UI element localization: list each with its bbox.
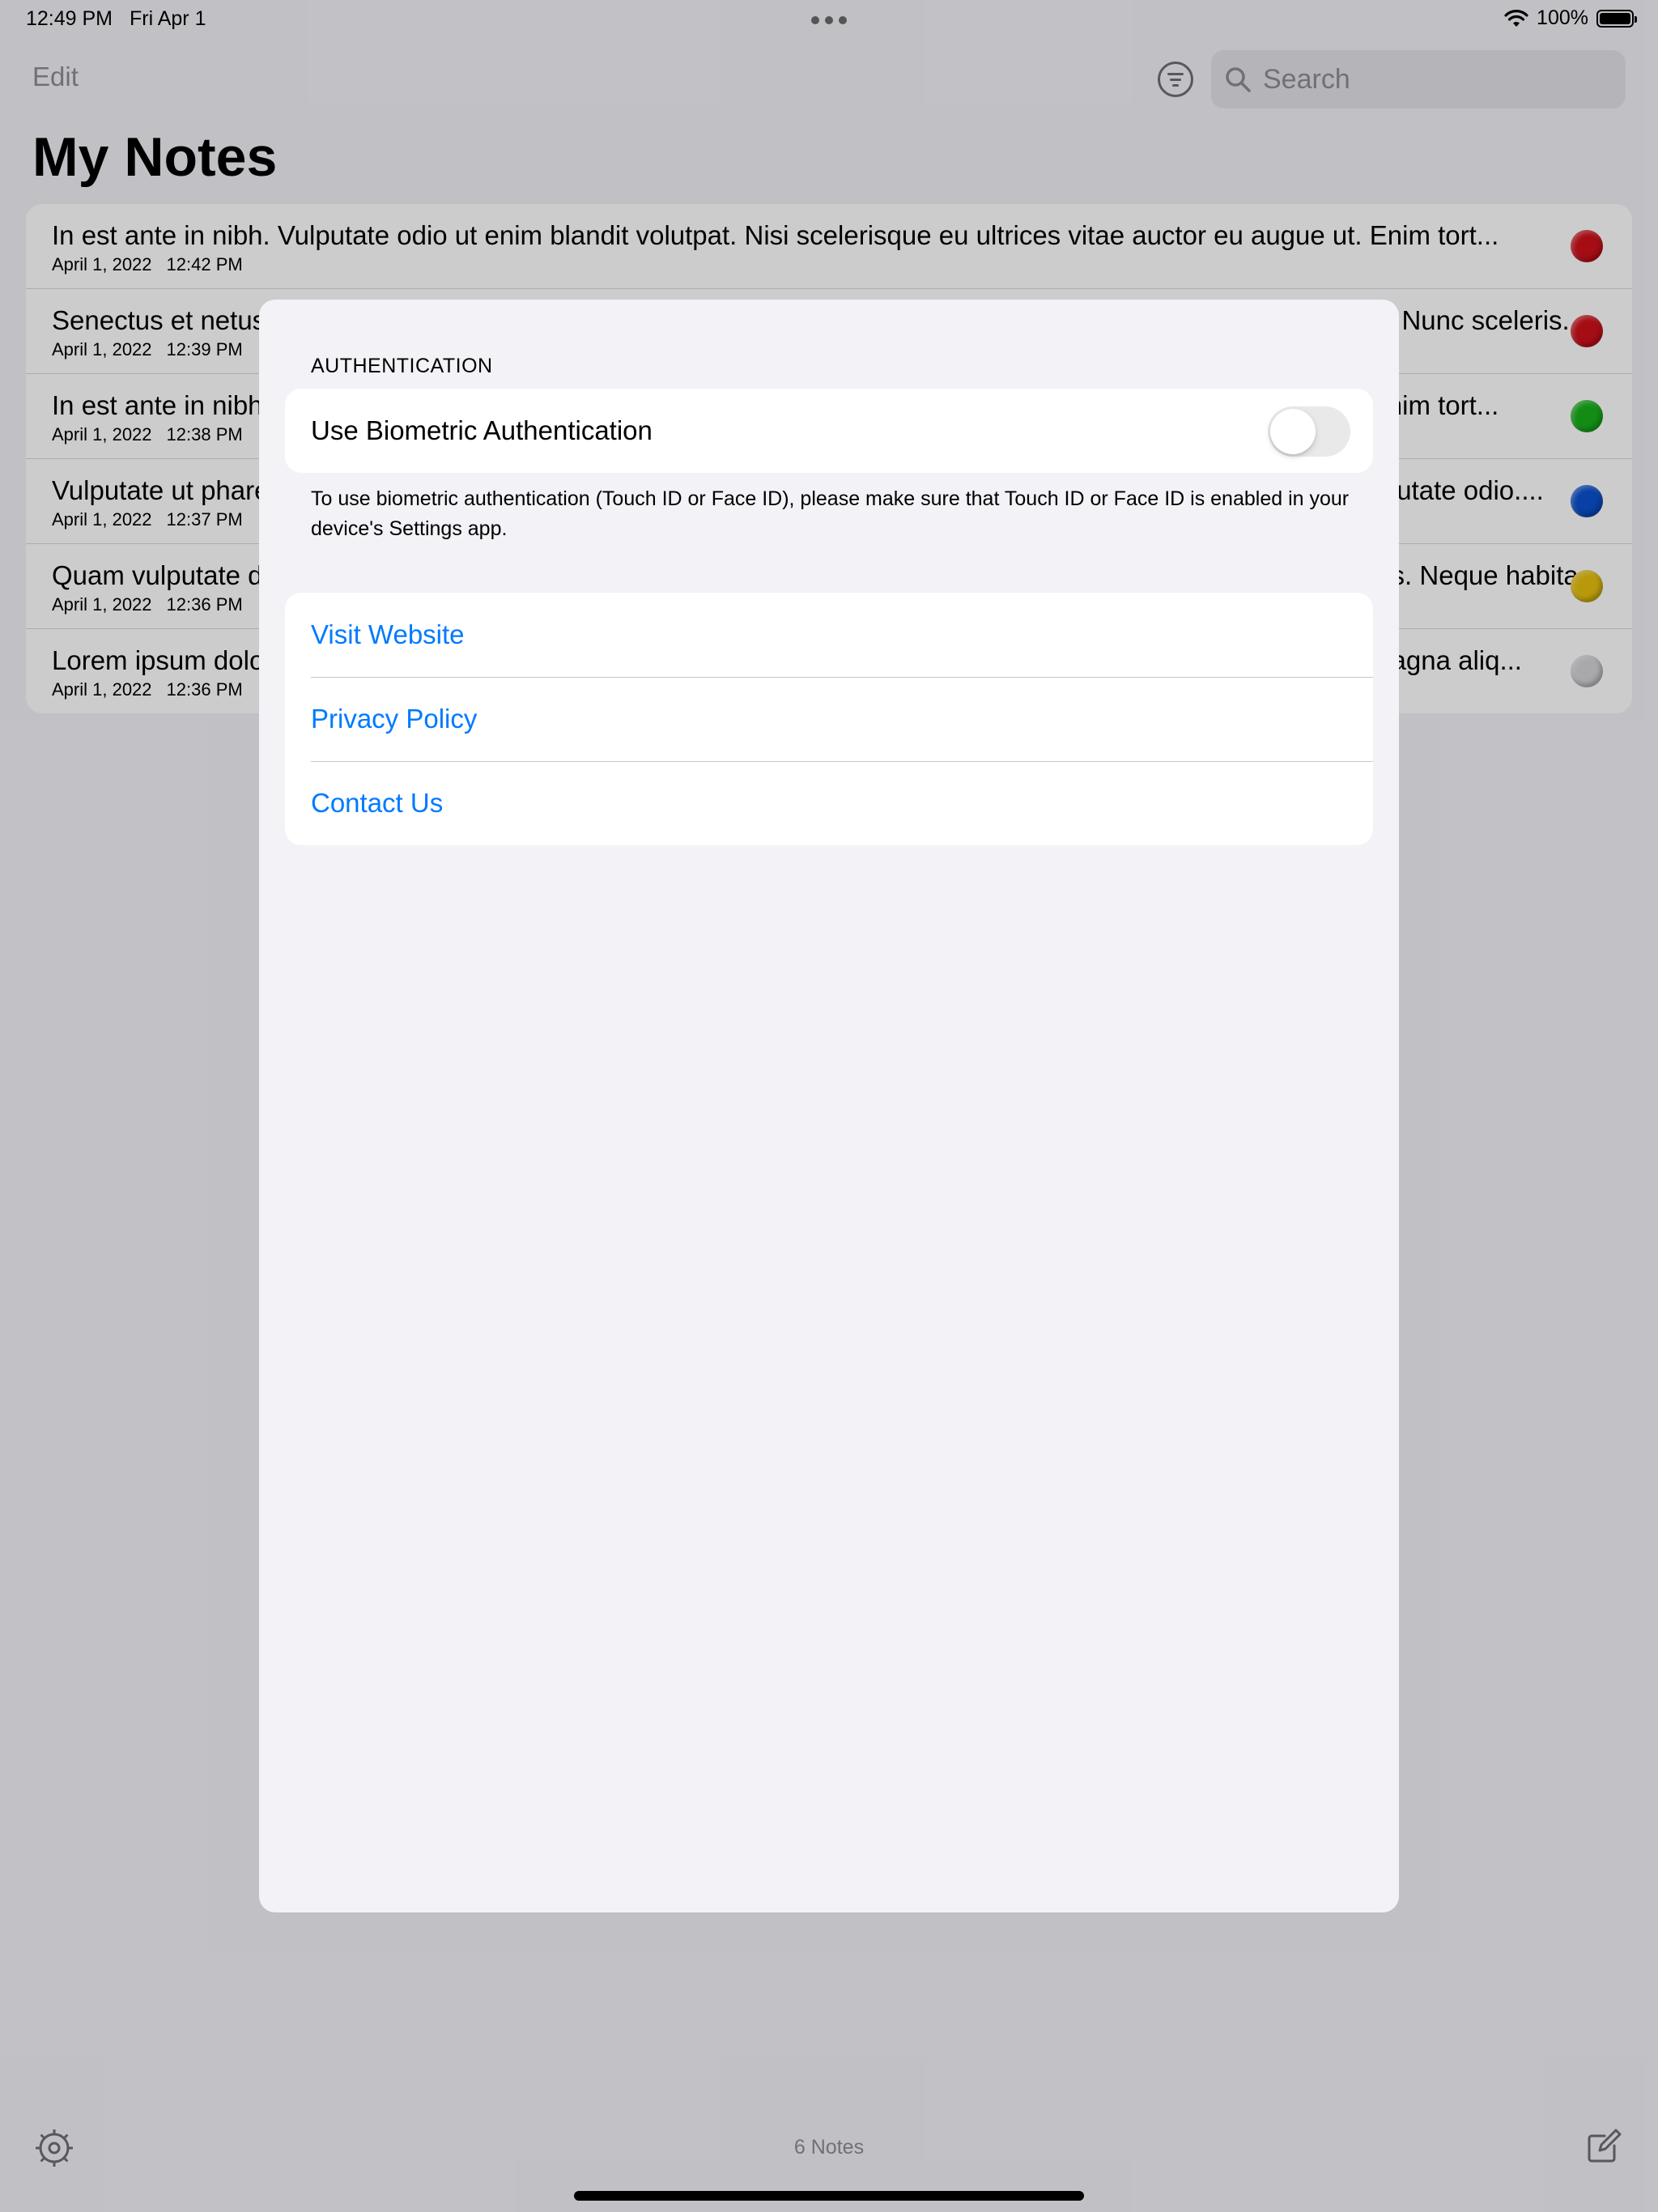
authentication-section-header: AUTHENTICATION [311, 355, 493, 377]
privacy-policy-link[interactable]: Privacy Policy [311, 704, 477, 734]
biometric-authentication-label: Use Biometric Authentication [311, 415, 653, 445]
links-group: Visit Website Privacy Policy Contact Us [285, 593, 1373, 845]
authentication-group: Use Biometric Authentication [285, 389, 1373, 473]
contact-us-row[interactable]: Contact Us [285, 761, 1373, 845]
privacy-policy-row[interactable]: Privacy Policy [285, 677, 1373, 761]
visit-website-link[interactable]: Visit Website [311, 619, 465, 650]
settings-sheet: AUTHENTICATION Use Biometric Authenticat… [259, 300, 1399, 1912]
visit-website-row[interactable]: Visit Website [285, 593, 1373, 677]
contact-us-link[interactable]: Contact Us [311, 788, 443, 819]
home-indicator[interactable] [574, 2191, 1084, 2201]
authentication-footer-text: To use biometric authentication (Touch I… [311, 487, 1350, 540]
biometric-authentication-toggle[interactable] [1268, 406, 1350, 457]
toggle-knob [1270, 409, 1316, 454]
